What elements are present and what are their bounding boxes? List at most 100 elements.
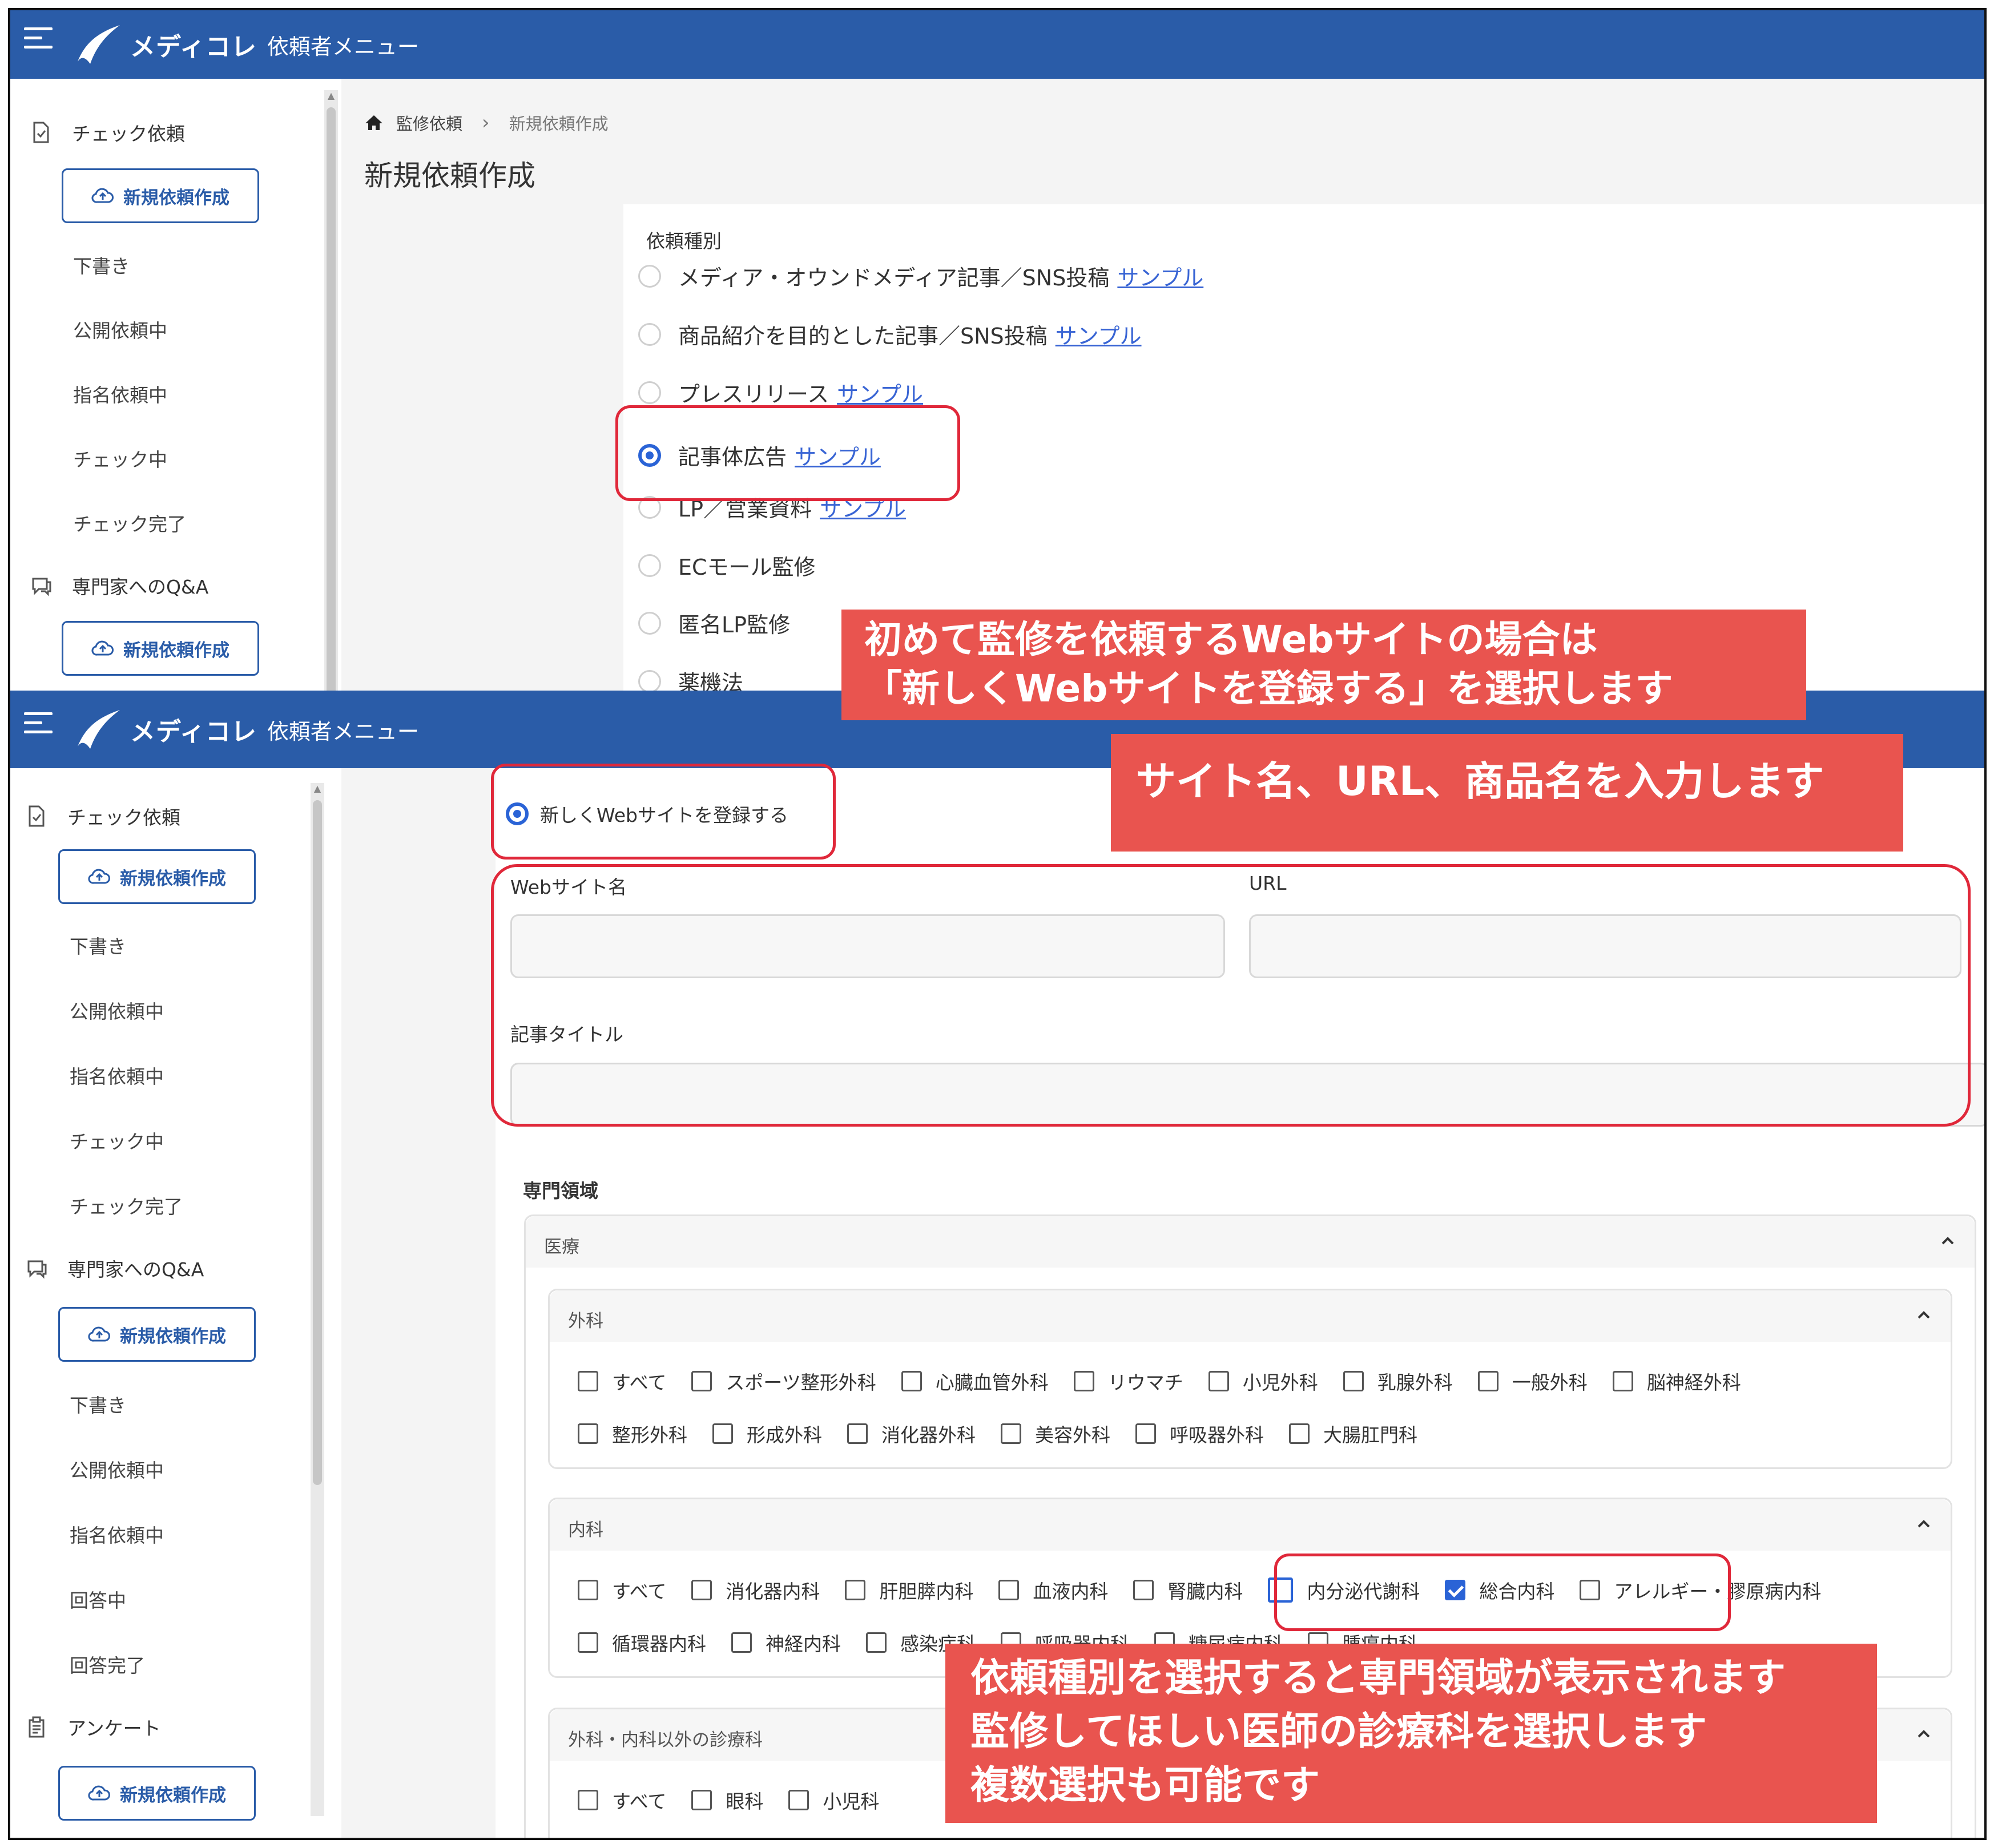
checkbox-item[interactable]: 眼科 (691, 1786, 763, 1814)
checkbox[interactable] (691, 1790, 712, 1810)
chevron-up-icon[interactable] (1916, 1516, 1931, 1531)
checkbox[interactable] (1135, 1423, 1156, 1444)
survey-new-request-button[interactable]: 新規依頼作成 (58, 1766, 256, 1821)
request-type-option-pmd[interactable]: 薬機法 (638, 665, 743, 691)
internal-accordion-header[interactable]: 内科 (550, 1499, 1951, 1551)
checkbox[interactable] (1612, 1371, 1633, 1391)
checkbox-item[interactable]: 整形外科 (578, 1420, 687, 1447)
chevron-up-icon[interactable] (1916, 1308, 1931, 1322)
checkbox-item[interactable]: スポーツ整形外科 (691, 1367, 876, 1395)
checkbox[interactable] (578, 1632, 598, 1653)
surgery-accordion-header[interactable]: 外科 (550, 1290, 1951, 1342)
checkbox[interactable] (731, 1632, 752, 1653)
radio-button[interactable] (638, 322, 661, 346)
checkbox[interactable] (1073, 1371, 1094, 1391)
checkbox-item[interactable]: 脳神経外科 (1612, 1367, 1741, 1395)
sidebar-item-checking[interactable]: チェック中 (73, 445, 167, 472)
sidebar-item-draft[interactable]: 下書き (70, 931, 126, 959)
checkbox-item[interactable]: 肝胆膵内科 (845, 1576, 973, 1604)
checkbox[interactable] (691, 1580, 712, 1600)
checkbox[interactable] (1001, 1423, 1021, 1444)
radio-button[interactable] (638, 381, 661, 404)
checkbox[interactable] (712, 1423, 733, 1444)
sidebar-scrollbar[interactable]: ▲ (311, 783, 324, 1816)
hamburger-menu-icon[interactable] (24, 712, 53, 735)
checkbox[interactable] (1477, 1371, 1498, 1391)
sidebar-section-check[interactable]: チェック依頼 (30, 119, 185, 146)
request-type-option-product[interactable]: 商品紹介を目的とした記事／SNS投稿 サンプル (638, 318, 1142, 350)
sidebar-item-checked[interactable]: チェック完了 (73, 509, 186, 536)
checkbox-item[interactable]: 腎臓内科 (1133, 1576, 1243, 1604)
checkbox[interactable] (691, 1371, 712, 1391)
radio-button[interactable] (638, 264, 661, 288)
checkbox-item[interactable]: すべて (578, 1786, 666, 1814)
checkbox[interactable] (901, 1371, 922, 1391)
radio-button[interactable] (638, 611, 661, 635)
scroll-up-icon[interactable]: ▲ (327, 90, 336, 104)
sidebar-item-public[interactable]: 公開依頼中 (70, 996, 164, 1024)
checkbox[interactable] (578, 1580, 598, 1600)
sidebar-item-qa-draft[interactable]: 下書き (70, 1390, 126, 1418)
checkbox-item[interactable]: 乳腺外科 (1343, 1367, 1453, 1395)
checkbox[interactable] (788, 1790, 809, 1810)
checkbox-item[interactable]: 消化器外科 (847, 1420, 976, 1447)
request-type-option-media[interactable]: メディア・オウンドメディア記事／SNS投稿 サンプル (638, 260, 1203, 292)
sidebar-item-draft[interactable]: 下書き (73, 251, 130, 279)
checkbox[interactable] (578, 1371, 598, 1391)
qa-new-request-button[interactable]: 新規依頼作成 (58, 1307, 256, 1362)
checkbox-item[interactable]: すべて (578, 1576, 666, 1604)
request-type-option-ec[interactable]: ECモール監修 (638, 550, 816, 581)
radio-button[interactable] (638, 669, 661, 691)
checkbox[interactable] (1208, 1371, 1229, 1391)
sidebar-section-qa[interactable]: 専門家へのQ&A (30, 572, 208, 599)
checkbox[interactable] (578, 1423, 598, 1444)
scroll-thumb[interactable] (327, 107, 336, 691)
checkbox-item[interactable]: 神経内科 (731, 1629, 841, 1656)
sample-link[interactable]: サンプル (1056, 318, 1142, 350)
checkbox[interactable] (578, 1790, 598, 1810)
checkbox[interactable] (998, 1580, 1020, 1600)
sidebar-item-qa-public[interactable]: 公開依頼中 (70, 1455, 164, 1483)
checkbox-item[interactable]: 心臓血管外科 (901, 1367, 1049, 1395)
chevron-up-icon[interactable] (1916, 1726, 1931, 1741)
sidebar-item-qa-named[interactable]: 指名依頼中 (70, 1520, 164, 1548)
checkbox-item[interactable]: 消化器内科 (691, 1576, 820, 1604)
sidebar-section-survey[interactable]: アンケート (25, 1713, 161, 1741)
checkbox-item[interactable]: 美容外科 (1001, 1420, 1110, 1447)
checkbox[interactable] (1343, 1371, 1364, 1391)
checkbox-item[interactable]: 小児科 (788, 1786, 879, 1814)
checkbox[interactable] (847, 1423, 868, 1444)
checkbox-item[interactable]: 形成外科 (712, 1420, 822, 1447)
sidebar-section-check[interactable]: チェック依頼 (25, 802, 180, 830)
scroll-up-icon[interactable]: ▲ (313, 783, 322, 797)
checkbox[interactable] (1289, 1423, 1310, 1444)
sidebar-item-public[interactable]: 公開依頼中 (73, 316, 167, 343)
checkbox-item[interactable]: 大腸肛門科 (1289, 1420, 1417, 1447)
home-icon[interactable] (364, 114, 384, 131)
hamburger-menu-icon[interactable] (24, 27, 53, 50)
checkbox[interactable] (866, 1632, 887, 1653)
sidebar-item-named[interactable]: 指名依頼中 (70, 1062, 164, 1089)
sample-link[interactable]: サンプル (1117, 260, 1203, 292)
sidebar-item-named[interactable]: 指名依頼中 (73, 380, 167, 407)
sidebar-item-checking[interactable]: チェック中 (70, 1127, 164, 1154)
sidebar-section-qa[interactable]: 専門家へのQ&A (25, 1254, 204, 1282)
medical-accordion-header[interactable]: 医療 (526, 1216, 1975, 1268)
checkbox-item[interactable]: すべて (578, 1367, 666, 1395)
chevron-up-icon[interactable] (1940, 1233, 1955, 1248)
scroll-thumb[interactable] (313, 800, 322, 1485)
new-request-button[interactable]: 新規依頼作成 (62, 168, 259, 223)
sidebar-item-qa-answered[interactable]: 回答完了 (70, 1651, 145, 1678)
checkbox[interactable] (1133, 1580, 1154, 1600)
checkbox-item[interactable]: 呼吸器外科 (1135, 1420, 1264, 1447)
sidebar-scrollbar[interactable]: ▲ (324, 90, 338, 691)
checkbox-item[interactable]: 血液内科 (998, 1576, 1108, 1604)
sidebar-item-qa-answering[interactable]: 回答中 (70, 1585, 126, 1613)
request-type-option-anon-lp[interactable]: 匿名LP監修 (638, 607, 790, 639)
breadcrumb-home[interactable]: 監修依頼 (396, 111, 462, 135)
new-request-button[interactable]: 新規依頼作成 (58, 849, 256, 904)
request-type-option-press[interactable]: プレスリリース サンプル (638, 377, 923, 408)
checkbox-item[interactable]: 循環器内科 (578, 1629, 706, 1656)
checkbox-item[interactable]: リウマチ (1073, 1367, 1183, 1395)
checkbox[interactable] (845, 1580, 866, 1600)
